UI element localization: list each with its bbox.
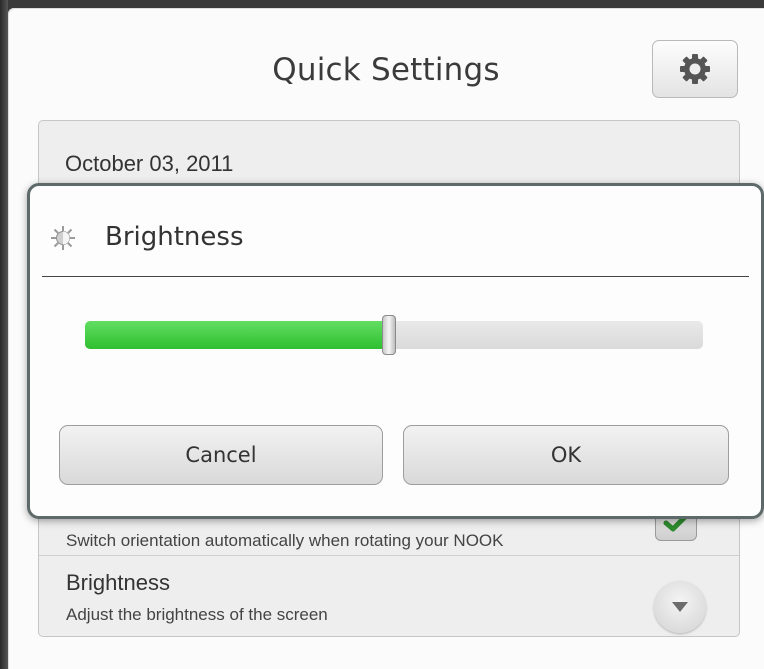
settings-button[interactable] <box>652 40 738 98</box>
gear-icon <box>680 54 710 84</box>
dialog-divider <box>42 276 749 277</box>
brightness-dialog: Brightness Cancel OK <box>27 183 764 519</box>
brightness-slider-fill <box>85 321 388 349</box>
chevron-down-icon <box>672 602 688 612</box>
quick-settings-panel: Quick Settings October 03, 2011 Switch o… <box>8 8 764 669</box>
brightness-row-description: Adjust the brightness of the screen <box>66 605 328 624</box>
ok-button[interactable]: OK <box>403 425 729 485</box>
auto-rotate-description: Switch orientation automatically when ro… <box>66 531 504 550</box>
brightness-row-title[interactable]: Brightness <box>66 570 170 596</box>
brightness-slider-thumb[interactable] <box>381 315 396 355</box>
cancel-button[interactable]: Cancel <box>59 425 383 485</box>
brightness-icon <box>51 226 75 250</box>
page-title: Quick Settings <box>272 52 500 88</box>
divider <box>39 555 739 556</box>
date-label: October 03, 2011 <box>65 151 234 176</box>
dialog-title: Brightness <box>105 222 244 252</box>
brightness-slider[interactable] <box>85 315 703 355</box>
brightness-expand-button[interactable] <box>654 581 706 633</box>
device-frame-edge <box>0 0 8 669</box>
